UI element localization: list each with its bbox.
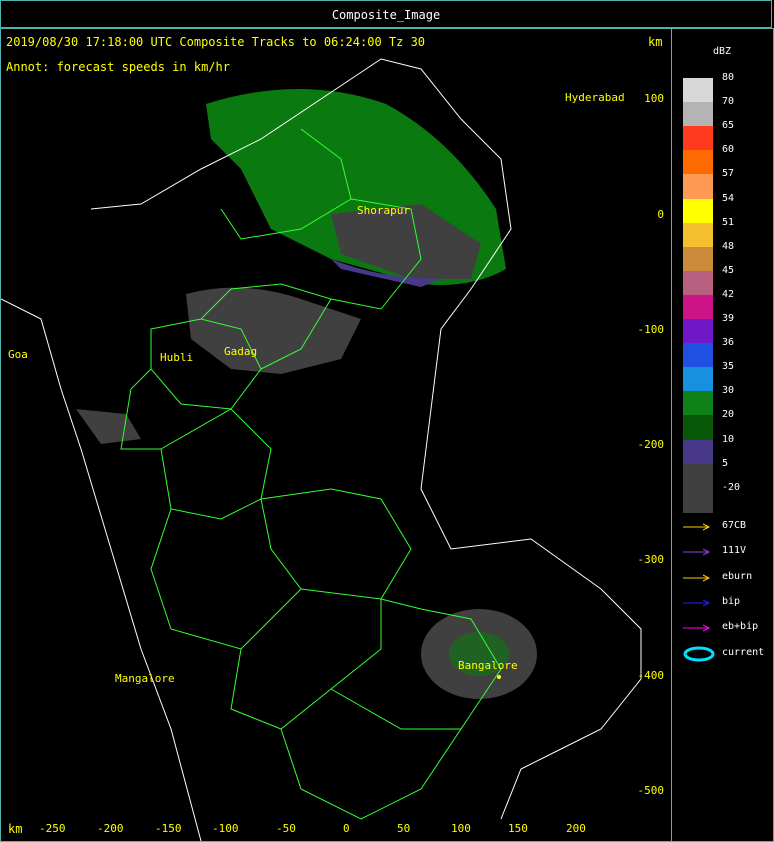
city-label-shorapur: Shorapur <box>357 204 410 217</box>
legend-swatch <box>683 294 713 320</box>
city-label-hyderabad: Hyderabad <box>565 91 625 104</box>
legend-swatch <box>683 102 713 128</box>
legend-swatch <box>683 391 713 417</box>
y-tick: -500 <box>637 784 665 797</box>
bangalore-marker <box>497 675 501 679</box>
legend-unit: dBZ <box>713 46 732 57</box>
legend-level-label: 39 <box>722 313 735 324</box>
legend-track-label: eburn <box>722 570 753 582</box>
legend-level-label: 48 <box>722 240 735 252</box>
x-tick: 0 <box>343 822 350 835</box>
header-line-2: Annot: forecast speeds in km/hr <box>6 60 230 74</box>
x-tick: -150 <box>155 822 182 835</box>
y-tick: -200 <box>637 438 665 451</box>
radar-map <box>1 58 642 841</box>
legend-level-label: 35 <box>722 361 735 373</box>
legend-swatch <box>683 439 713 465</box>
legend-track-label: eb+bip <box>722 621 759 633</box>
legend-swatch <box>683 343 713 369</box>
legend-track-item: 67CB <box>682 520 772 534</box>
radar-echo-central <box>186 287 361 374</box>
legend-level-label: 36 <box>722 337 735 349</box>
window-title: Composite_Image <box>331 8 441 22</box>
x-tick: -50 <box>276 822 296 835</box>
legend-track-item: eburn <box>682 571 772 585</box>
x-tick: 100 <box>451 822 471 835</box>
legend-track-item: current <box>682 646 772 661</box>
legend-swatch <box>683 150 713 176</box>
legend-level-label: 20 <box>722 409 735 421</box>
legend-swatch <box>683 222 713 248</box>
track-arrow-icon <box>683 548 711 556</box>
legend-level-label: 30 <box>722 385 735 397</box>
legend-track-label: bip <box>722 595 741 607</box>
legend-track-label: 111V <box>722 545 747 557</box>
city-label-mangalore: Mangalore <box>115 672 175 685</box>
unit-label-top: km <box>648 35 663 49</box>
y-tick: 100 <box>644 92 664 105</box>
y-tick: -300 <box>637 553 665 566</box>
legend-track-label: current <box>722 646 765 658</box>
legend-level-label: 42 <box>722 288 735 300</box>
legend-level-label: 65 <box>722 120 735 132</box>
x-tick: 150 <box>508 822 528 835</box>
legend-swatch <box>683 319 713 344</box>
x-tick: 50 <box>397 822 411 835</box>
legend-level-label: -20 <box>722 481 741 493</box>
city-label-gadag: Gadag <box>224 345 258 358</box>
legend-level-label: 51 <box>722 216 735 228</box>
x-tick: 200 <box>566 822 586 835</box>
legend-swatch <box>683 367 713 393</box>
x-tick: -250 <box>39 822 66 835</box>
legend-swatch <box>683 487 713 513</box>
legend-level-label: 80 <box>722 72 735 83</box>
city-label-hubli: Hubli <box>160 351 194 364</box>
legend-track-item: bip <box>682 596 772 610</box>
legend-level-label: 45 <box>722 264 735 276</box>
track-arrow-icon <box>683 523 711 531</box>
x-tick: -200 <box>97 822 124 835</box>
legend-level-label: 54 <box>722 192 735 204</box>
y-tick: -100 <box>637 323 665 336</box>
track-arrow-icon <box>683 599 711 607</box>
window-title-bar: Composite_Image <box>0 0 772 28</box>
legend-level-label: 60 <box>722 144 735 156</box>
track-arrow-icon <box>683 624 711 632</box>
header-line-1: 2019/08/30 17:18:00 UTC Composite Tracks… <box>6 35 426 49</box>
legend-level-label: 10 <box>722 433 735 445</box>
legend-swatch <box>683 415 713 441</box>
y-tick: -400 <box>637 669 665 682</box>
y-tick: 0 <box>657 208 664 221</box>
legend-level-label: 70 <box>722 96 735 108</box>
legend-swatch <box>683 126 713 152</box>
legend-swatch <box>683 78 713 103</box>
legend-swatch <box>683 463 713 489</box>
radar-echo-west <box>76 409 141 444</box>
legend-swatch <box>683 198 713 224</box>
legend-swatch <box>683 270 713 296</box>
coastline <box>1 298 202 841</box>
legend-level-label: 5 <box>722 457 729 469</box>
legend-level-label: 57 <box>722 168 735 180</box>
city-label-bangalore: Bangalore <box>458 659 518 672</box>
unit-label-bottom: km <box>8 822 23 836</box>
track-arrow-icon <box>683 574 711 582</box>
legend-track-label: 67CB <box>722 520 747 531</box>
legend-swatch <box>683 174 713 200</box>
legend-track-item: 111V <box>682 545 772 559</box>
current-ellipse-icon <box>683 646 715 661</box>
legend-track-item: eb+bip <box>682 621 772 635</box>
legend-swatch <box>683 246 713 272</box>
city-label-goa: Goa <box>8 348 28 361</box>
x-tick: -100 <box>212 822 239 835</box>
